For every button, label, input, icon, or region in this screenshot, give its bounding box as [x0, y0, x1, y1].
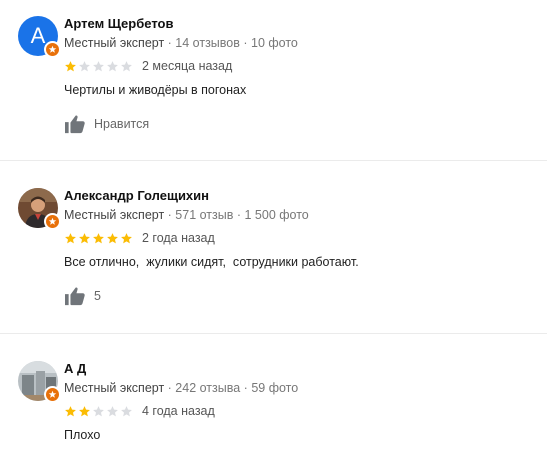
- like-count: 5: [94, 289, 101, 303]
- local-guide-badge-icon: [44, 41, 61, 58]
- meta-separator: ·: [240, 381, 252, 395]
- star-empty-icon: [121, 60, 132, 71]
- star-empty-icon: [107, 60, 118, 71]
- star-empty-icon: [107, 405, 118, 416]
- star-empty-icon: [93, 60, 104, 71]
- reviews-count: 571 отзыв: [175, 208, 234, 222]
- star-filled-icon: [79, 405, 90, 416]
- star-empty-icon: [121, 405, 132, 416]
- meta-separator: ·: [239, 36, 251, 50]
- meta-separator: ·: [164, 208, 176, 222]
- star-filled-icon: [93, 232, 104, 243]
- review-date: 4 года назад: [142, 404, 215, 418]
- star-filled-icon: [79, 232, 90, 243]
- review-date: 2 месяца назад: [142, 59, 233, 73]
- rating-row: 4 года назад: [64, 403, 215, 419]
- avatar[interactable]: A: [18, 16, 61, 58]
- rating-row: 2 месяца назад: [64, 58, 232, 74]
- rating-row: 2 года назад: [64, 230, 215, 246]
- author-name[interactable]: А Д: [64, 361, 86, 377]
- avatar[interactable]: [18, 188, 61, 230]
- author-name[interactable]: Артем Щербетов: [64, 16, 173, 32]
- star-empty-icon: [93, 405, 104, 416]
- meta-separator: ·: [233, 208, 245, 222]
- star-filled-icon: [65, 405, 76, 416]
- star-rating: [64, 60, 134, 73]
- like-label: Нравится: [94, 117, 150, 131]
- author-meta: Местный эксперт · 571 отзыв · 1 500 фото: [64, 207, 309, 223]
- avatar[interactable]: [18, 361, 61, 403]
- reviews-list: A Артем Щербетов Местный эксперт · 14 от…: [0, 0, 547, 449]
- local-guide-badge-icon: [44, 213, 61, 230]
- star-empty-icon: [79, 60, 90, 71]
- author-role: Местный эксперт: [64, 208, 165, 222]
- review-card: Александр Голещихин Местный эксперт · 57…: [0, 188, 547, 318]
- star-filled-icon: [121, 232, 132, 243]
- divider: [0, 333, 547, 334]
- review-text: Чертилы и живодёры в погонах: [64, 83, 247, 97]
- review-card: A Артем Щербетов Местный эксперт · 14 от…: [0, 16, 547, 146]
- reviews-count: 14 отзывов: [175, 36, 240, 50]
- meta-separator: ·: [164, 381, 176, 395]
- star-filled-icon: [65, 232, 76, 243]
- review-date: 2 года назад: [142, 231, 215, 245]
- author-name[interactable]: Александр Голещихин: [64, 188, 209, 204]
- divider: [0, 160, 547, 161]
- like-button[interactable]: Нравится: [64, 114, 149, 134]
- star-filled-icon: [107, 232, 118, 243]
- author-role: Местный эксперт: [64, 36, 165, 50]
- author-role: Местный эксперт: [64, 381, 165, 395]
- review-text: Плохо: [64, 428, 101, 442]
- local-guide-badge-icon: [44, 386, 61, 403]
- thumbs-up-icon: [65, 287, 85, 306]
- meta-separator: ·: [164, 36, 176, 50]
- star-rating: [64, 232, 134, 245]
- reviews-count: 242 отзыва: [175, 381, 241, 395]
- review-text: Все отлично, жулики сидят, сотрудники ра…: [64, 255, 359, 269]
- photos-count: 1 500 фото: [244, 208, 309, 222]
- review-card: А Д Местный эксперт · 242 отзыва · 59 фо…: [0, 361, 547, 449]
- like-button[interactable]: 5: [64, 286, 101, 306]
- author-meta: Местный эксперт · 242 отзыва · 59 фото: [64, 380, 298, 396]
- photos-count: 10 фото: [251, 36, 298, 50]
- star-rating: [64, 405, 134, 418]
- thumbs-up-icon: [65, 115, 85, 134]
- photos-count: 59 фото: [251, 381, 299, 395]
- author-meta: Местный эксперт · 14 отзывов · 10 фото: [64, 35, 298, 51]
- star-filled-icon: [65, 60, 76, 71]
